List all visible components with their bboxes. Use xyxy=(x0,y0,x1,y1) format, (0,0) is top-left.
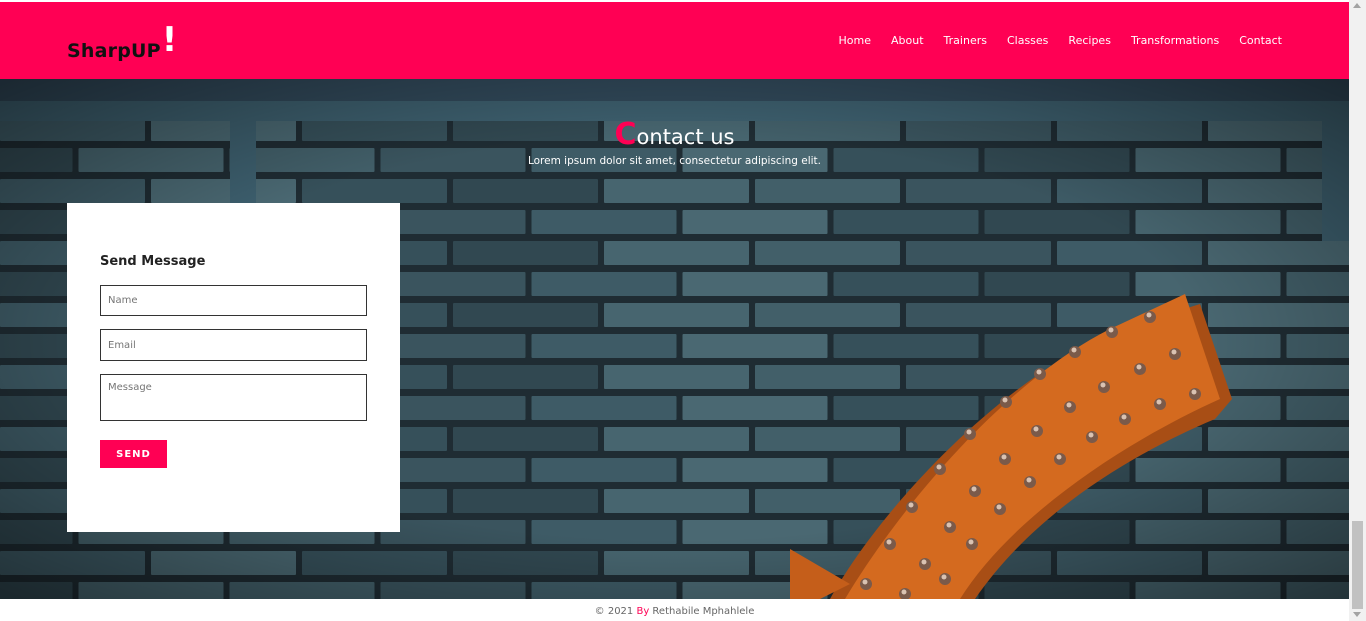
page-subtitle: Lorem ipsum dolor sit amet, consectetur … xyxy=(527,155,822,167)
scroll-up-arrow-icon[interactable] xyxy=(1353,3,1361,8)
scroll-down-arrow-icon[interactable] xyxy=(1353,612,1361,617)
contact-form-card: Send Message SEND xyxy=(67,203,400,532)
message-field[interactable] xyxy=(100,374,367,421)
email-field[interactable] xyxy=(100,329,367,361)
page-title: Contact us xyxy=(615,117,735,152)
site-header: SharpUP! Home About Trainers Classes Rec… xyxy=(0,2,1349,79)
contact-hero: Contact us Lorem ipsum dolor sit amet, c… xyxy=(0,79,1349,599)
footer-by: By xyxy=(636,606,650,617)
page: SharpUP! Home About Trainers Classes Rec… xyxy=(0,0,1349,621)
nav-trainers[interactable]: Trainers xyxy=(944,34,987,47)
nav-about[interactable]: About xyxy=(891,34,924,47)
nav-classes[interactable]: Classes xyxy=(1007,34,1048,47)
site-footer: © 2021 By Rethabile Mphahlele xyxy=(0,599,1349,621)
scroll-thumb[interactable] xyxy=(1352,521,1363,609)
footer-author: Rethabile Mphahlele xyxy=(649,606,755,617)
logo-text: SharpUP xyxy=(67,40,161,62)
site-logo[interactable]: SharpUP! xyxy=(67,20,177,66)
form-title: Send Message xyxy=(100,254,206,269)
nav-contact[interactable]: Contact xyxy=(1239,34,1282,47)
hero-title-wrap: Contact us xyxy=(0,117,1349,152)
page-title-rest: ontact us xyxy=(636,125,735,149)
name-field[interactable] xyxy=(100,285,367,316)
logo-exclamation-mark: ! xyxy=(161,20,178,60)
main-nav: Home About Trainers Classes Recipes Tran… xyxy=(819,34,1282,47)
page-scrollbar[interactable] xyxy=(1349,0,1366,621)
page-title-initial: C xyxy=(614,117,637,152)
nav-recipes[interactable]: Recipes xyxy=(1068,34,1111,47)
nav-home[interactable]: Home xyxy=(839,34,871,47)
send-button[interactable]: SEND xyxy=(100,440,167,468)
nav-transformations[interactable]: Transformations xyxy=(1131,34,1219,47)
footer-copyright: © 2021 xyxy=(594,606,637,617)
